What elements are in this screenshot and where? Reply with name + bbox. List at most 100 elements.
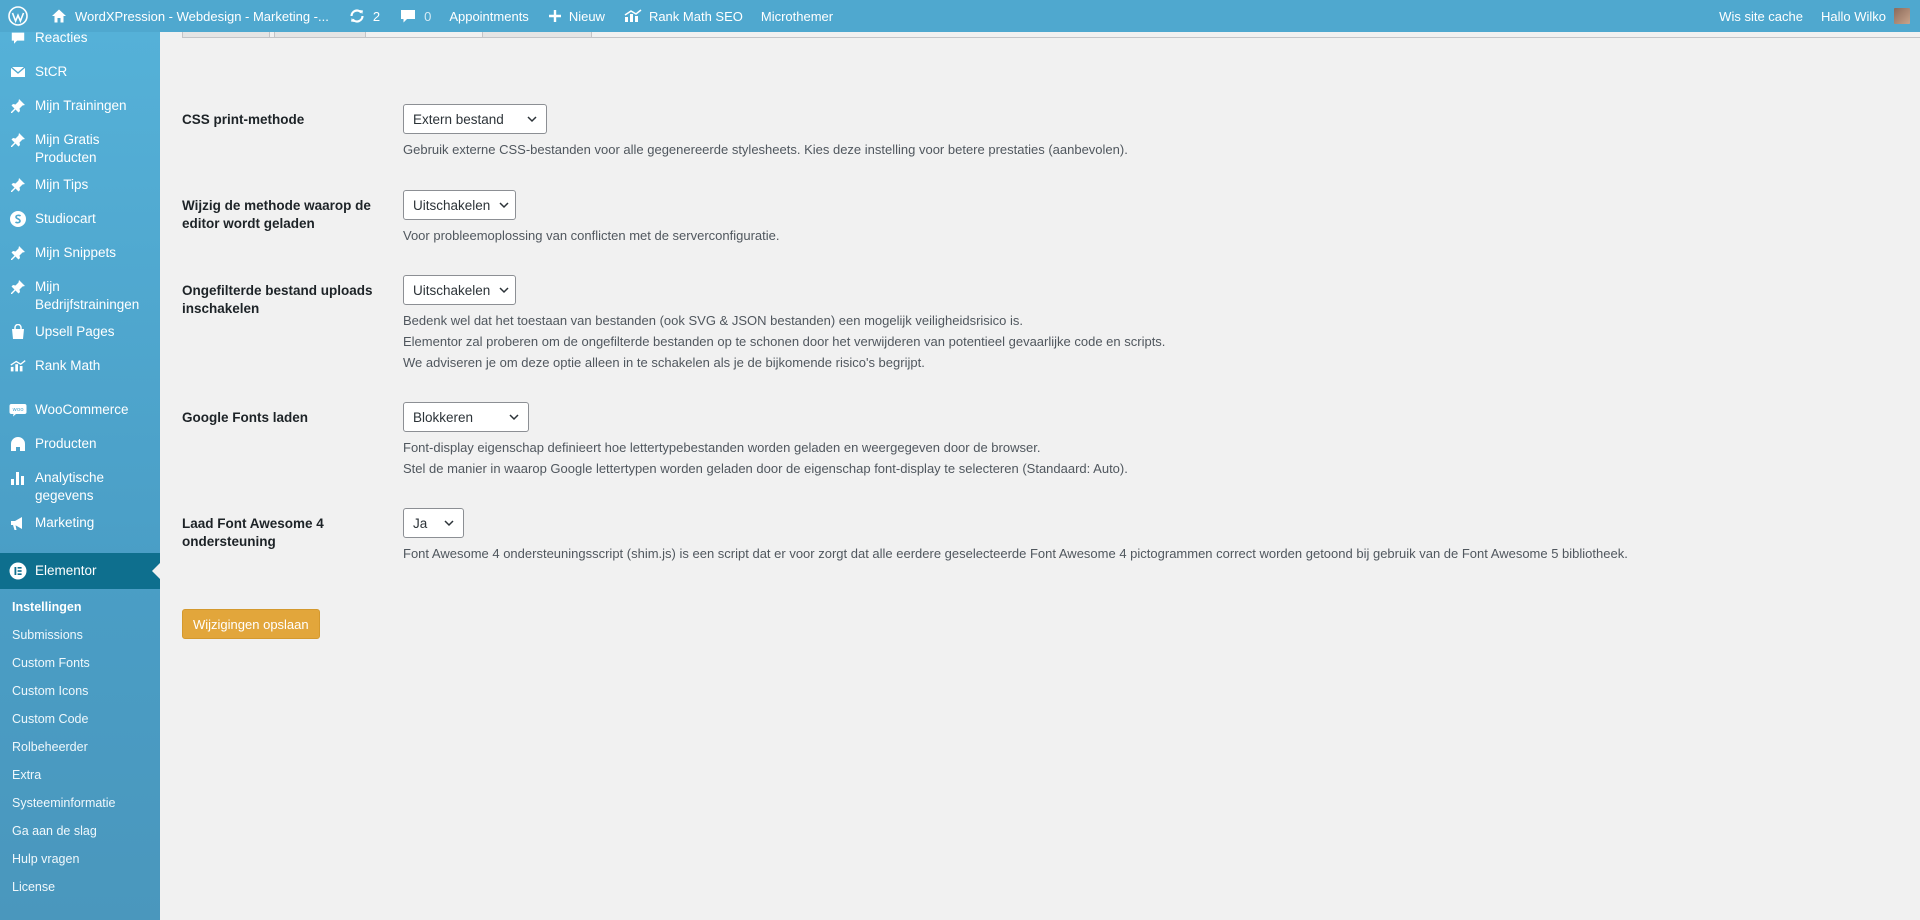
submenu-extra[interactable]: Extra	[0, 761, 160, 789]
site-name-link[interactable]: WordXPression - Webdesign - Marketing -.…	[40, 0, 338, 32]
updates-link[interactable]: 2	[338, 0, 389, 32]
css-print-method-select[interactable]: Extern bestand	[403, 104, 547, 134]
sidebar-item-producten[interactable]: Producten	[0, 430, 160, 464]
sidebar-item-mijn-bedrijfstrainingen[interactable]: Mijn Bedrijfstrainingen	[0, 273, 160, 318]
comment-icon	[398, 6, 418, 26]
setting-description: Bedenk wel dat het toestaan van bestande…	[403, 310, 1873, 373]
sidebar-item-mijn-gratis-producten[interactable]: Mijn Gratis Producten	[0, 126, 160, 171]
home-icon	[49, 6, 69, 26]
description-line: Font Awesome 4 ondersteuningsscript (shi…	[403, 546, 1628, 561]
submenu-hulp-vragen[interactable]: Hulp vragen	[0, 845, 160, 873]
studiocart-icon	[8, 209, 28, 229]
pin-icon	[8, 243, 28, 263]
sidebar-item-upsell-pages[interactable]: Upsell Pages	[0, 318, 160, 352]
sidebar-item-mijn-tips[interactable]: Mijn Tips	[0, 171, 160, 205]
submenu-custom-fonts[interactable]: Custom Fonts	[0, 649, 160, 677]
sidebar-item-stcr[interactable]: StCR	[0, 58, 160, 92]
description-line: We adviseren je om deze optie alleen in …	[403, 355, 925, 370]
wordpress-logo-button[interactable]	[0, 0, 40, 32]
setting-editor-load-method: Wijzig de methode waarop de editor wordt…	[182, 190, 1873, 246]
admin-sidebar: Reacties StCR Mijn Trainingen Mijn Grati…	[0, 32, 160, 920]
rank-math-label: Rank Math SEO	[648, 8, 743, 24]
wordpress-icon	[8, 6, 28, 26]
svg-text:woo: woo	[12, 407, 24, 413]
refresh-icon	[347, 6, 367, 26]
avatar	[1894, 8, 1910, 24]
setting-font-awesome-4: Laad Font Awesome 4 ondersteuning Ja Fon…	[182, 508, 1873, 564]
comment-icon	[8, 32, 28, 48]
editor-load-method-select[interactable]: Uitschakelen	[403, 190, 516, 220]
tab-edge[interactable]	[182, 32, 270, 38]
sidebar-item-label: Elementor	[35, 563, 97, 578]
sidebar-item-elementor[interactable]: Elementor	[0, 553, 160, 589]
appointments-link[interactable]: Appointments	[440, 0, 538, 32]
sidebar-item-label: Reacties	[35, 32, 88, 45]
tab-edge[interactable]	[482, 32, 592, 38]
sidebar-item-label: Mijn Trainingen	[35, 98, 127, 113]
description-line: Font-display eigenschap definieert hoe l…	[403, 440, 1041, 455]
clear-cache-link[interactable]: Wis site cache	[1710, 0, 1812, 32]
rank-math-icon	[8, 356, 28, 376]
submenu-custom-icons[interactable]: Custom Icons	[0, 677, 160, 705]
setting-label: Wijzig de methode waarop de editor wordt…	[182, 198, 371, 231]
font-awesome-4-select[interactable]: Ja	[403, 508, 464, 538]
save-changes-button[interactable]: Wijzigingen opslaan	[182, 609, 320, 639]
microthemer-link[interactable]: Microthemer	[752, 0, 842, 32]
tab-edge[interactable]	[274, 32, 366, 38]
user-account-menu[interactable]: Hallo Wilko	[1812, 0, 1920, 32]
unfiltered-uploads-select[interactable]: Uitschakelen	[403, 275, 516, 305]
comments-link[interactable]: 0	[389, 0, 440, 32]
sidebar-item-reacties[interactable]: Reacties	[0, 32, 160, 58]
description-line: Voor probleemoplossing van conflicten me…	[403, 228, 780, 243]
setting-description: Font Awesome 4 ondersteuningsscript (shi…	[403, 543, 1873, 564]
submenu-custom-code[interactable]: Custom Code	[0, 705, 160, 733]
description-line: Stel de manier in waarop Google letterty…	[403, 461, 1128, 476]
sidebar-item-label: Rank Math	[35, 358, 101, 373]
submenu-instellingen[interactable]: Instellingen	[0, 593, 160, 621]
setting-label: CSS print-methode	[182, 112, 305, 127]
rank-math-seo-link[interactable]: Rank Math SEO	[614, 0, 752, 32]
megaphone-icon	[8, 513, 28, 533]
comments-count: 0	[424, 8, 432, 24]
new-content-link[interactable]: Nieuw	[538, 0, 614, 32]
plus-icon	[547, 6, 563, 26]
select-value: Uitschakelen	[413, 197, 491, 213]
admin-bar: WordXPression - Webdesign - Marketing -.…	[0, 0, 1920, 32]
sidebar-item-woocommerce[interactable]: woo WooCommerce	[0, 396, 160, 430]
submenu-systeeminformatie[interactable]: Systeeminformatie	[0, 789, 160, 817]
submenu-ga-aan-de-slag[interactable]: Ga aan de slag	[0, 817, 160, 845]
sidebar-item-label: StCR	[35, 64, 68, 79]
setting-description: Gebruik externe CSS-bestanden voor alle …	[403, 139, 1873, 160]
sidebar-item-marketing[interactable]: Marketing	[0, 509, 160, 543]
sidebar-item-studiocart[interactable]: Studiocart	[0, 205, 160, 239]
sidebar-item-analytische-gegevens[interactable]: Analytische gegevens	[0, 464, 160, 509]
sidebar-item-label: Mijn Snippets	[35, 245, 117, 260]
mail-icon	[8, 62, 28, 82]
submenu-rolbeheerder[interactable]: Rolbeheerder	[0, 733, 160, 761]
elementor-icon	[8, 561, 28, 581]
submenu-submissions[interactable]: Submissions	[0, 621, 160, 649]
select-value: Ja	[413, 515, 428, 531]
sidebar-item-mijn-snippets[interactable]: Mijn Snippets	[0, 239, 160, 273]
sidebar-item-mijn-trainingen[interactable]: Mijn Trainingen	[0, 92, 160, 126]
submenu-license[interactable]: License	[0, 873, 160, 901]
sidebar-item-label: Mijn Tips	[35, 177, 89, 192]
new-label: Nieuw	[568, 8, 605, 24]
google-fonts-select[interactable]: Blokkeren	[403, 402, 529, 432]
chevron-down-icon	[498, 199, 510, 211]
archive-icon	[8, 434, 28, 454]
chevron-down-icon	[498, 284, 510, 296]
pin-icon	[8, 277, 28, 297]
sidebar-item-label: Mijn Gratis Producten	[35, 132, 100, 165]
sidebar-item-label: Upsell Pages	[35, 324, 115, 339]
woocommerce-icon: woo	[8, 400, 28, 420]
setting-css-print-method: CSS print-methode Extern bestand Gebruik…	[182, 104, 1873, 160]
description-line: Bedenk wel dat het toestaan van bestande…	[403, 313, 1024, 328]
pin-icon	[8, 175, 28, 195]
sidebar-item-rank-math[interactable]: Rank Math	[0, 352, 160, 386]
setting-unfiltered-uploads: Ongefilterde bestand uploads inschakelen…	[182, 275, 1873, 373]
bar-chart-icon	[8, 468, 28, 488]
bag-icon	[8, 322, 28, 342]
description-line: Elementor zal proberen om de ongefilterd…	[403, 334, 1166, 349]
elementor-submenu: Instellingen Submissions Custom Fonts Cu…	[0, 589, 160, 901]
